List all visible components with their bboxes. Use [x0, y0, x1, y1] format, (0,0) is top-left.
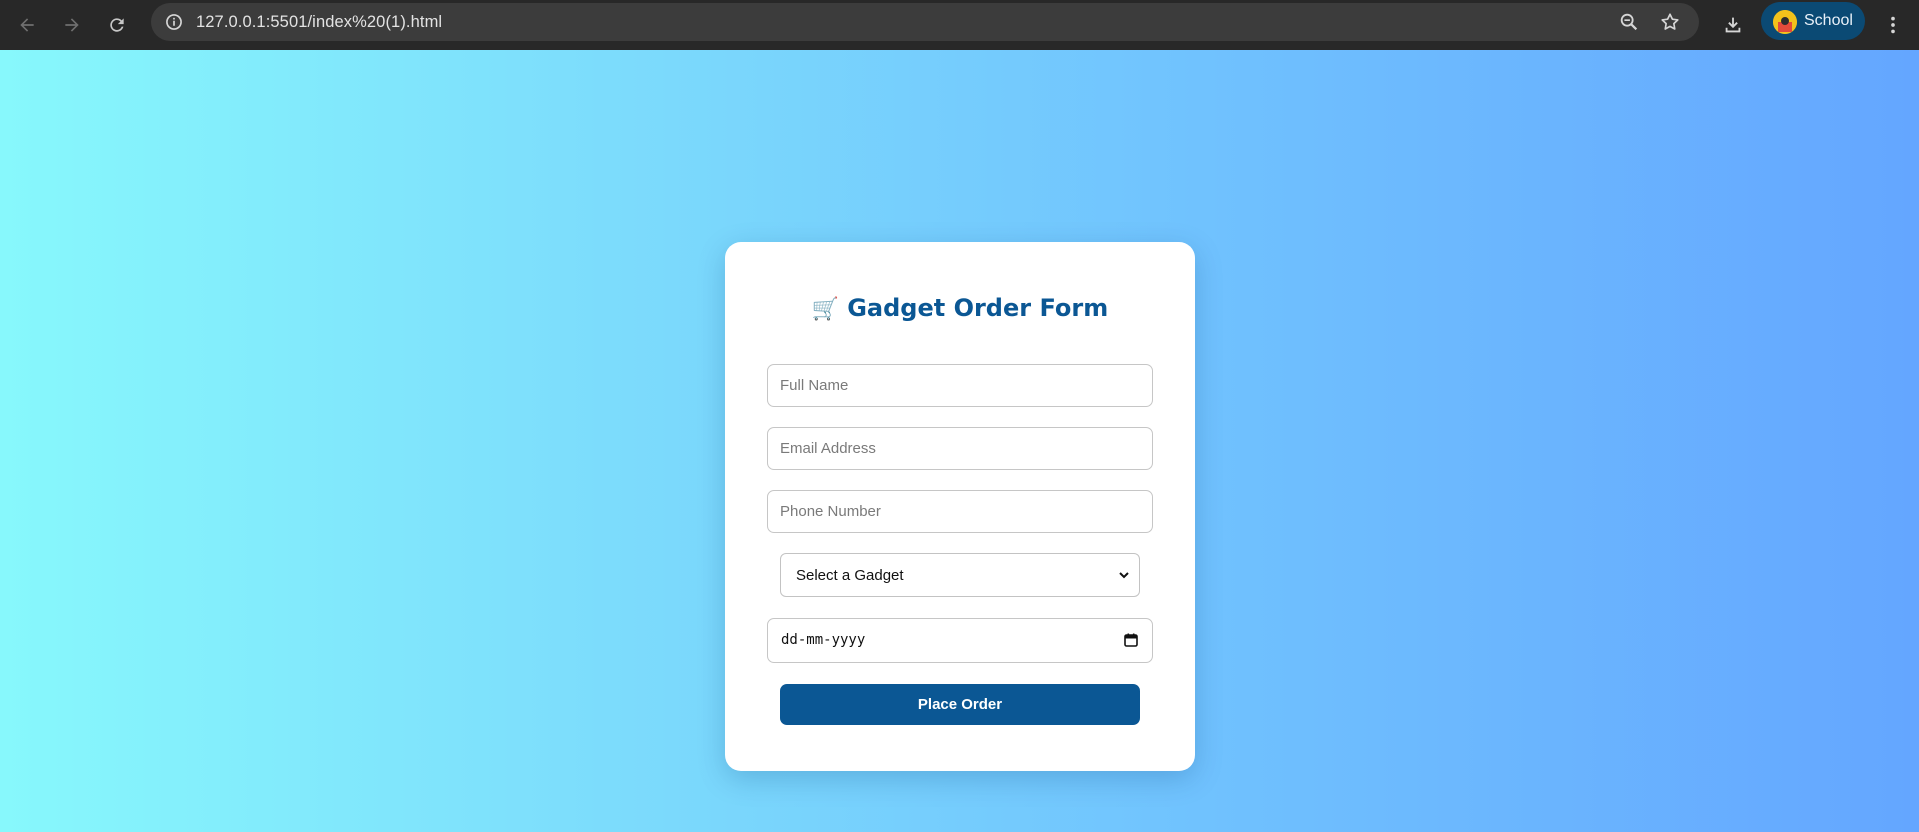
forward-button[interactable] [55, 8, 89, 42]
site-info-button[interactable] [159, 7, 189, 37]
zoom-button[interactable] [1614, 7, 1644, 37]
forward-arrow-icon [65, 18, 79, 32]
url-text[interactable]: 127.0.0.1:5501/index%20(1).html [196, 13, 442, 32]
date-placeholder: dd-mm-yyyy [781, 632, 866, 648]
bookmark-button[interactable] [1655, 7, 1685, 37]
phone-input[interactable]: Phone Number [767, 490, 1153, 533]
zoom-icon [1620, 13, 1638, 31]
downloads-button[interactable] [1716, 8, 1750, 42]
chevron-down-icon [1119, 572, 1129, 579]
full-name-input[interactable]: Full Name [767, 364, 1153, 407]
profile-avatar [1773, 10, 1797, 34]
download-icon [1725, 17, 1741, 33]
phone-placeholder: Phone Number [780, 503, 881, 520]
form-title: 🛒 Gadget Order Form [725, 294, 1195, 322]
page-background: 🛒 Gadget Order Form Full Name Email Addre… [0, 50, 1919, 832]
date-input[interactable]: dd-mm-yyyy [767, 618, 1153, 663]
back-arrow-icon [20, 18, 34, 32]
calendar-icon[interactable] [1124, 633, 1138, 647]
menu-dots-icon [1891, 16, 1895, 34]
profile-label: School [1804, 12, 1853, 29]
order-form-card: 🛒 Gadget Order Form Full Name Email Addre… [725, 242, 1195, 771]
place-order-button[interactable]: Place Order [780, 684, 1140, 725]
address-bar[interactable]: 127.0.0.1:5501/index%20(1).html [151, 3, 1699, 41]
reload-icon [110, 18, 124, 32]
gadget-select[interactable]: Select a Gadget [780, 553, 1140, 597]
browser-toolbar: 127.0.0.1:5501/index%20(1).html School [0, 0, 1919, 50]
shopping-cart-icon: 🛒 [811, 297, 840, 322]
bookmark-star-icon [1661, 13, 1679, 30]
site-info-icon [166, 14, 182, 30]
back-button[interactable] [10, 8, 44, 42]
full-name-placeholder: Full Name [780, 377, 849, 394]
browser-menu-button[interactable] [1876, 8, 1910, 42]
gadget-select-value: Select a Gadget [796, 567, 904, 584]
reload-button[interactable] [100, 8, 134, 42]
profile-chip[interactable]: School [1761, 2, 1865, 40]
email-placeholder: Email Address [780, 440, 876, 457]
email-input[interactable]: Email Address [767, 427, 1153, 470]
form-title-text: Gadget Order Form [847, 294, 1109, 322]
